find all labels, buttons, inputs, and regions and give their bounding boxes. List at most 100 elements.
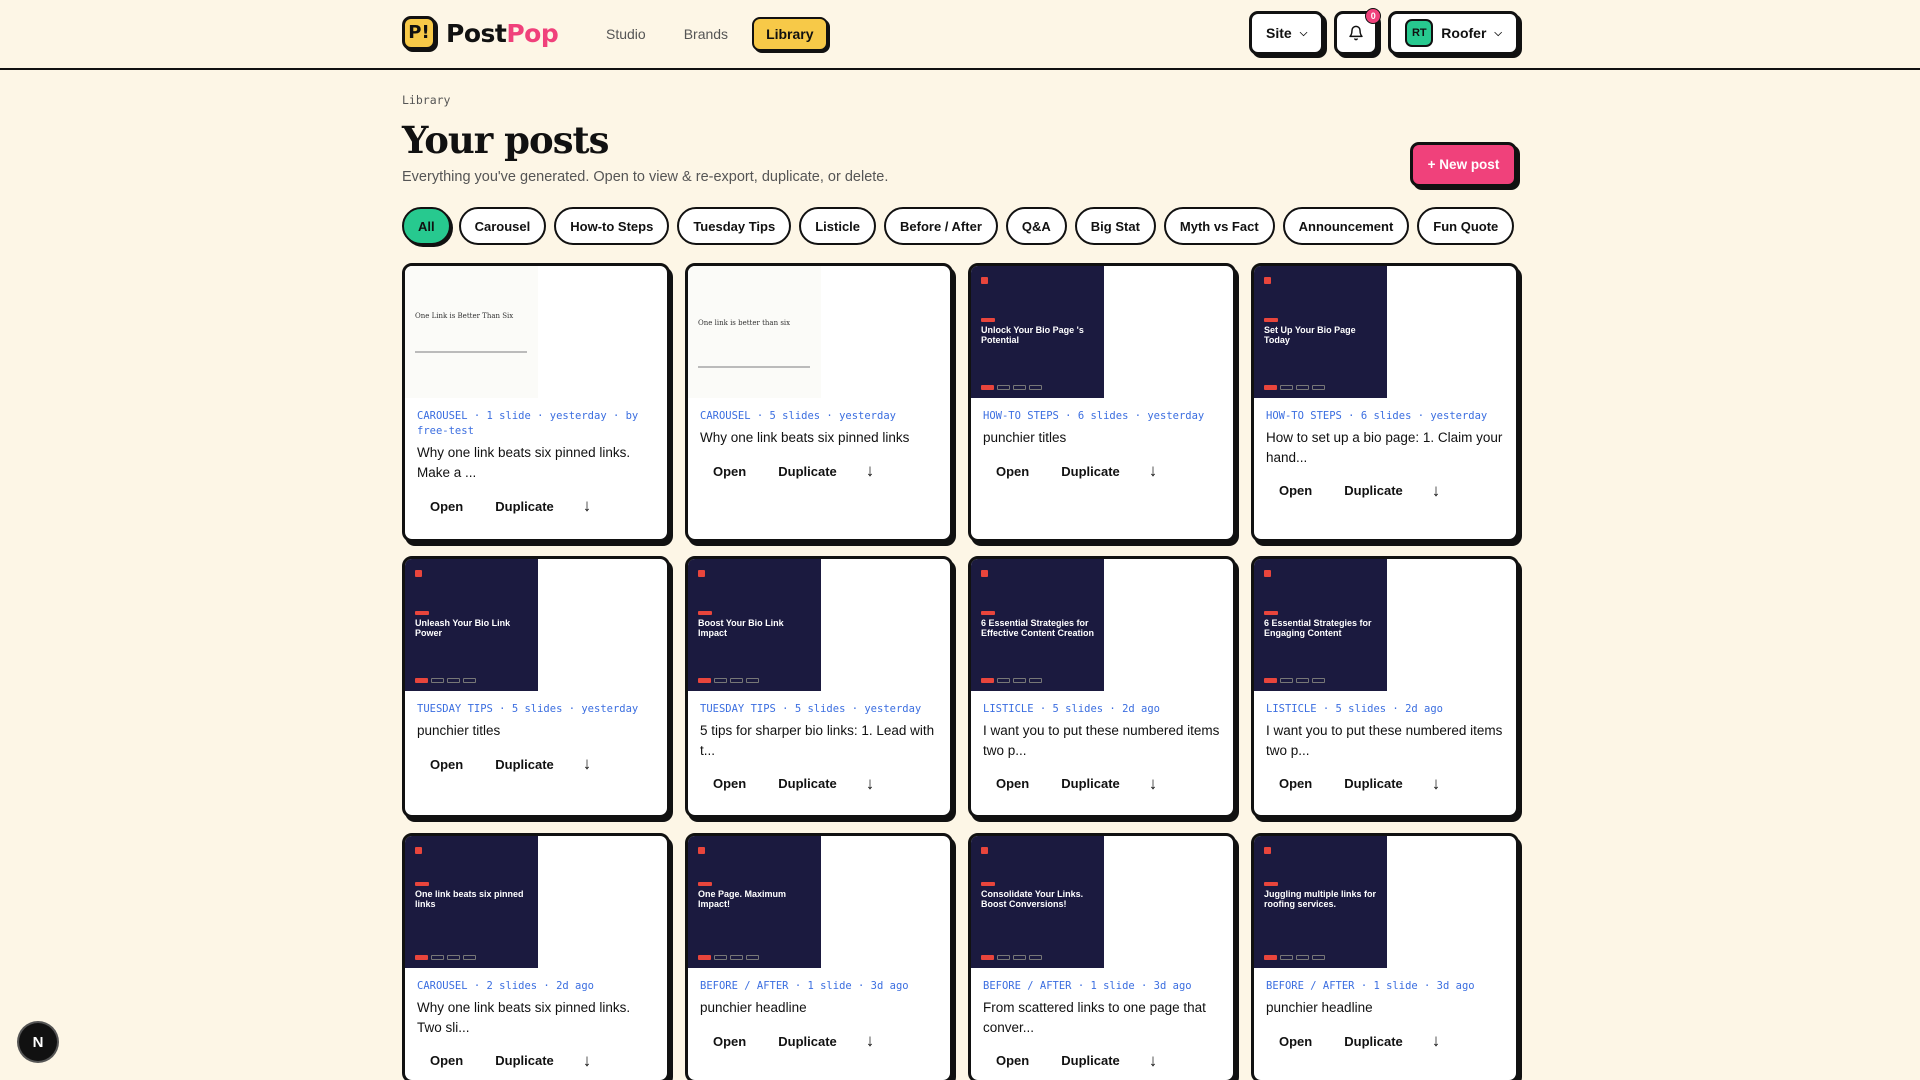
post-card[interactable]: Consolidate Your Links. Boost Conversion… [968,833,1236,1080]
post-card[interactable]: One link beats six pinned links CAROUSEL … [402,833,670,1080]
download-icon[interactable]: ↓ [856,774,885,794]
nav-brands[interactable]: Brands [670,17,742,51]
notifications-button[interactable]: 0 [1334,8,1382,55]
post-thumbnail[interactable]: Consolidate Your Links. Boost Conversion… [971,836,1104,968]
post-card[interactable]: Unleash Your Bio Link Power TUESDAY TIPS … [402,556,670,818]
user-menu[interactable]: RT Roofer ⌵ [1388,11,1519,55]
open-button[interactable]: Open [417,753,476,776]
post-card[interactable]: One link is better than six CAROUSEL · 5 … [685,263,953,542]
logo[interactable]: P! PostPop [402,16,559,50]
post-actions: Open Duplicate ↓ [688,1018,950,1053]
filter-chip[interactable]: All [402,207,451,245]
filter-chip[interactable]: Announcement [1282,207,1410,245]
breadcrumb: Library [402,93,451,107]
open-button[interactable]: Open [417,495,476,518]
post-card[interactable]: Unlock Your Bio Page 's Potential HOW-TO … [968,263,1236,542]
open-button[interactable]: Open [700,460,759,483]
download-icon[interactable]: ↓ [1139,1051,1168,1071]
download-icon[interactable]: ↓ [1422,481,1451,501]
download-icon[interactable]: ↓ [856,1031,885,1051]
filter-chip[interactable]: Before / After [884,207,998,245]
post-thumbnail[interactable]: One Link is Better Than Six [405,266,538,398]
duplicate-button[interactable]: Duplicate [482,1049,567,1072]
post-card[interactable]: One Page. Maximum Impact! BEFORE / AFTER … [685,833,953,1080]
post-actions: Open Duplicate ↓ [688,448,950,483]
duplicate-button[interactable]: Duplicate [765,460,850,483]
duplicate-button[interactable]: Duplicate [765,772,850,795]
duplicate-button[interactable]: Duplicate [1331,772,1416,795]
chevron-down-icon: ⌵ [1299,27,1308,39]
post-card[interactable]: One Link is Better Than Six CAROUSEL · 1 … [402,263,670,542]
site-dropdown[interactable]: Site ⌵ [1249,11,1325,55]
thumbnail-headline: Boost Your Bio Link Impact [698,618,784,639]
open-button[interactable]: Open [983,1049,1042,1072]
download-icon[interactable]: ↓ [1139,461,1168,481]
download-icon[interactable]: ↓ [573,1051,602,1071]
post-title: punchier titles [417,723,501,739]
new-post-button[interactable]: + New post [1410,142,1517,187]
post-thumbnail[interactable]: One link is better than six [688,266,821,398]
open-button[interactable]: Open [1266,1030,1325,1053]
open-button[interactable]: Open [1266,479,1325,502]
avatar: RT [1405,19,1434,47]
post-title: 5 tips for sharper bio links: 1. Lead wi… [700,723,935,758]
post-thumbnail[interactable]: One Page. Maximum Impact! [688,836,821,968]
post-thumbnail[interactable]: Set Up Your Bio Page Today [1254,266,1387,398]
filter-chip[interactable]: How-to Steps [554,207,670,245]
post-thumbnail[interactable]: Juggling multiple links for roofing serv… [1254,836,1387,968]
post-card[interactable]: 6 Essential Strategies for Engaging Cont… [1251,556,1519,818]
duplicate-button[interactable]: Duplicate [1331,1030,1416,1053]
chevron-down-icon: ⌵ [1494,27,1502,39]
post-card[interactable]: 6 Essential Strategies for Effective Con… [968,556,1236,818]
open-button[interactable]: Open [1266,772,1325,795]
post-thumbnail[interactable]: Boost Your Bio Link Impact [688,559,821,691]
filter-chip[interactable]: Tuesday Tips [677,207,792,245]
download-icon[interactable]: ↓ [573,496,602,516]
download-icon[interactable]: ↓ [1139,774,1168,794]
open-button[interactable]: Open [983,460,1042,483]
download-icon[interactable]: ↓ [856,461,885,481]
post-card[interactable]: Boost Your Bio Link Impact TUESDAY TIPS ·… [685,556,953,818]
download-icon[interactable]: ↓ [1422,774,1451,794]
duplicate-button[interactable]: Duplicate [1331,479,1416,502]
post-actions: Open Duplicate ↓ [1254,760,1516,795]
post-card[interactable]: Set Up Your Bio Page Today HOW-TO STEPS ·… [1251,263,1519,542]
post-title: punchier headline [700,1000,807,1016]
open-button[interactable]: Open [983,772,1042,795]
duplicate-button[interactable]: Duplicate [1048,1049,1133,1072]
open-button[interactable]: Open [417,1049,476,1072]
filter-chip[interactable]: Carousel [458,207,547,245]
dev-badge[interactable]: N [19,1023,57,1061]
nav-studio[interactable]: Studio [592,17,660,51]
post-actions: Open Duplicate ↓ [971,448,1233,483]
post-meta: CAROUSEL · 1 slide · yesterday · by free… [417,410,639,438]
filter-chip[interactable]: Myth vs Fact [1163,207,1275,245]
thumbnail-headline: 6 Essential Strategies for Engaging Cont… [1264,618,1372,639]
duplicate-button[interactable]: Duplicate [1048,772,1133,795]
duplicate-button[interactable]: Duplicate [1048,460,1133,483]
duplicate-button[interactable]: Duplicate [482,753,567,776]
open-button[interactable]: Open [700,1030,759,1053]
post-actions: Open Duplicate ↓ [971,760,1233,795]
post-card[interactable]: Juggling multiple links for roofing serv… [1251,833,1519,1080]
post-thumbnail[interactable]: One link beats six pinned links [405,836,538,968]
download-icon[interactable]: ↓ [1422,1031,1451,1051]
filter-chip[interactable]: Fun Quote [1417,207,1515,245]
download-icon[interactable]: ↓ [573,754,602,774]
bell-icon [1349,25,1364,41]
thumbnail-headline: 6 Essential Strategies for Effective Con… [981,618,1095,639]
filter-chip[interactable]: Big Stat [1074,207,1156,245]
open-button[interactable]: Open [700,772,759,795]
filter-chips: All Carousel How-to Steps Tuesday Tips Listi… [402,207,1515,245]
post-thumbnail[interactable]: 6 Essential Strategies for Effective Con… [971,559,1104,691]
post-meta: HOW-TO STEPS · 6 slides · yesterday [1266,410,1488,422]
duplicate-button[interactable]: Duplicate [765,1030,850,1053]
post-thumbnail[interactable]: 6 Essential Strategies for Engaging Cont… [1254,559,1387,691]
post-thumbnail[interactable]: Unlock Your Bio Page 's Potential [971,266,1104,398]
post-thumbnail[interactable]: Unleash Your Bio Link Power [405,559,538,691]
post-actions: Open Duplicate ↓ [1254,1018,1516,1053]
filter-chip[interactable]: Q&A [1005,207,1067,245]
duplicate-button[interactable]: Duplicate [482,495,567,518]
nav-library[interactable]: Library [752,17,828,51]
filter-chip[interactable]: Listicle [799,207,877,245]
